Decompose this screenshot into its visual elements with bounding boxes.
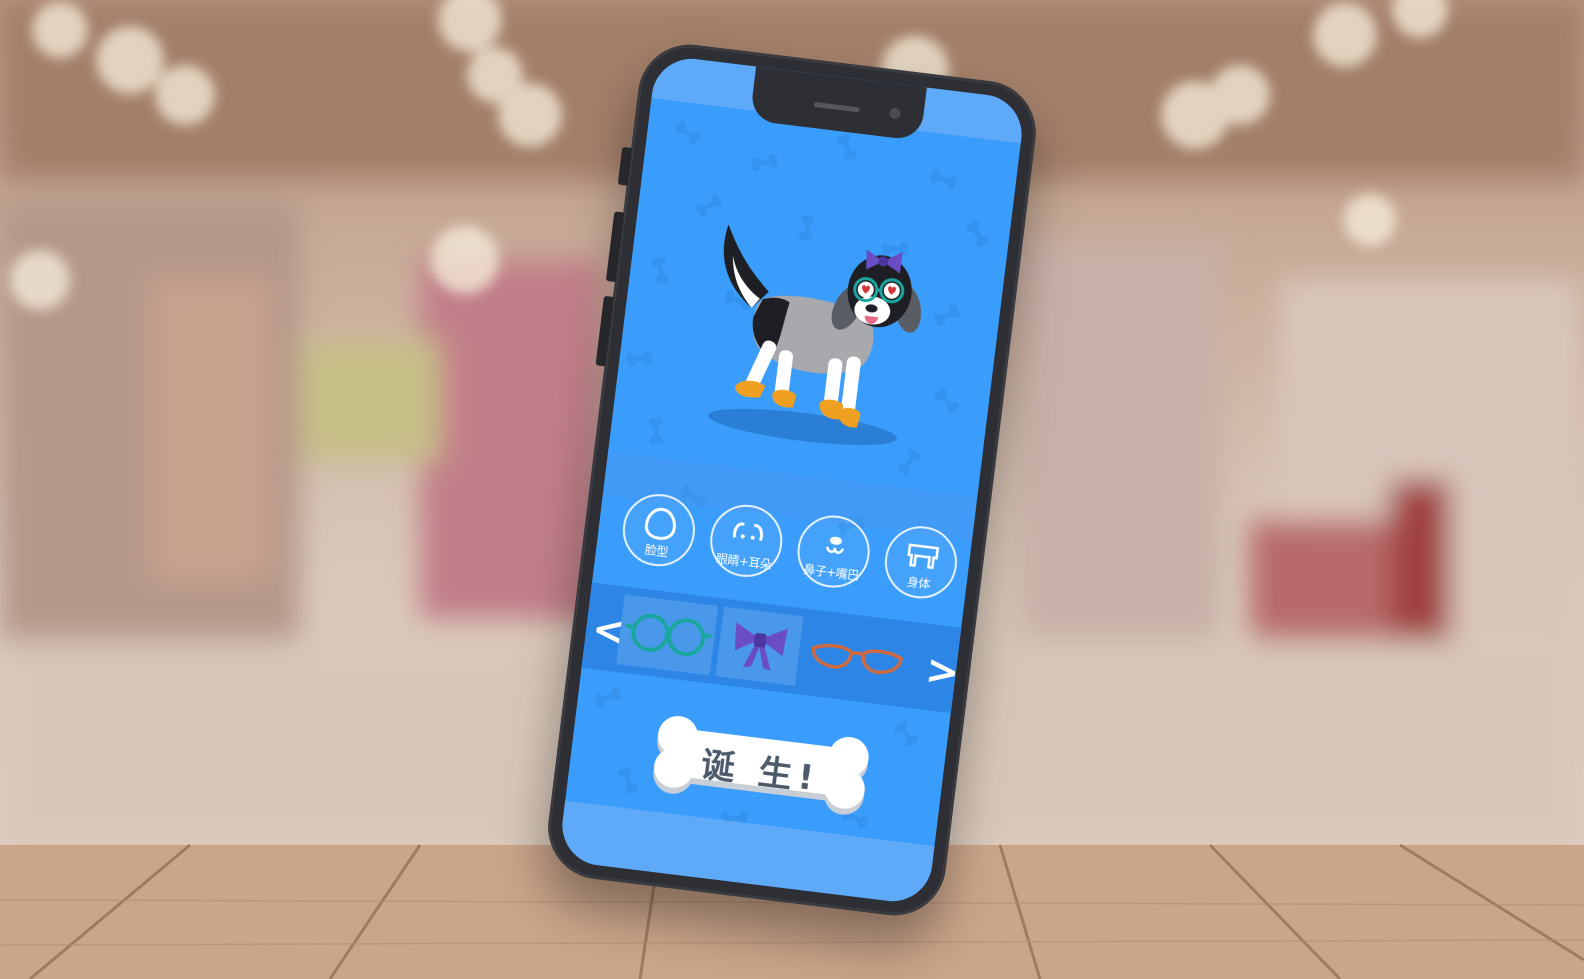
- dog-character: [708, 224, 922, 445]
- bow-icon: [734, 622, 788, 671]
- dog-shadow: [708, 408, 897, 445]
- category-face[interactable]: 脸型: [618, 490, 700, 571]
- category-eyes-ears-label: 眼睛+耳朵: [715, 551, 773, 573]
- paw-1: [734, 380, 766, 398]
- ears-eyes-icon: [732, 522, 764, 542]
- category-face-label: 脸型: [644, 542, 669, 560]
- speaker-grille: [813, 101, 860, 113]
- category-nose-mouth-label: 鼻子+嘴巴: [802, 562, 860, 583]
- paw-2: [772, 389, 797, 408]
- cat-eye-glasses-icon: [811, 643, 903, 675]
- front-camera: [888, 107, 902, 120]
- accessory-purple-bow[interactable]: [715, 606, 804, 686]
- round-glasses-icon: [625, 613, 712, 657]
- category-body[interactable]: 身体: [880, 522, 962, 603]
- category-eyes-ears[interactable]: 眼睛+耳朵: [706, 500, 787, 581]
- category-nose-mouth[interactable]: 鼻子+嘴巴: [793, 511, 874, 592]
- face-outline-icon: [644, 507, 676, 540]
- category-body-label: 身体: [906, 574, 931, 592]
- accessory-cat-eye-glasses[interactable]: [801, 617, 913, 699]
- accessory-round-glasses[interactable]: [616, 594, 719, 676]
- nose-mouth-icon: [825, 536, 845, 554]
- dog-body-icon: [907, 543, 940, 570]
